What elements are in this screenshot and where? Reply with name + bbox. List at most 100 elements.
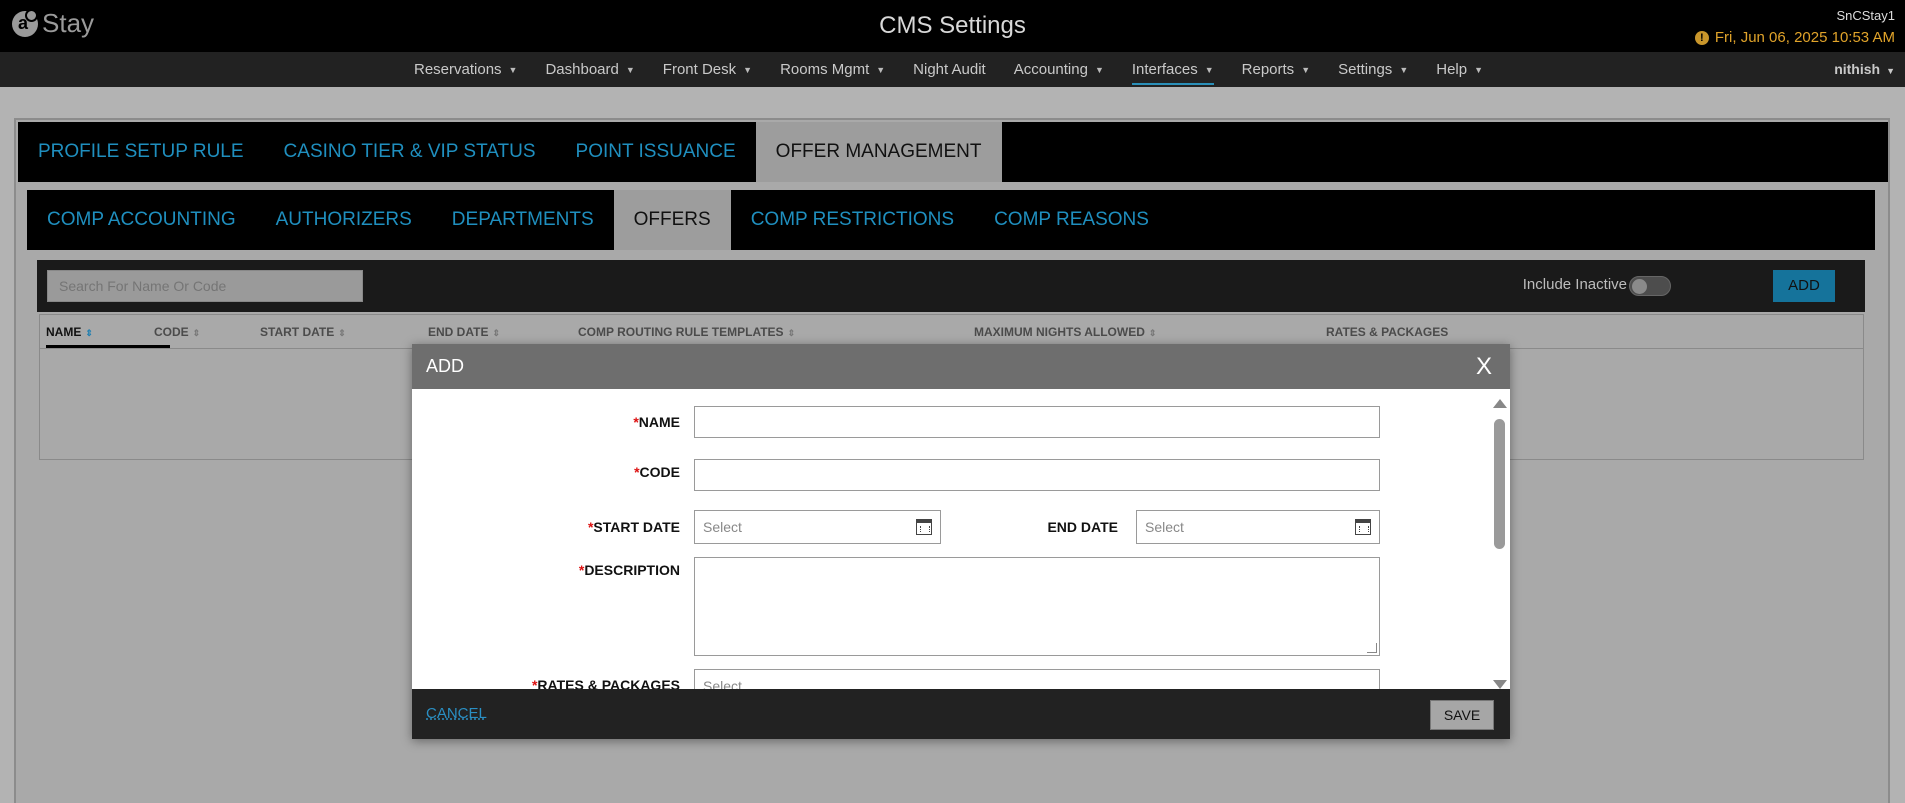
rates-placeholder: Select (703, 678, 742, 689)
scroll-down-icon[interactable] (1493, 680, 1507, 689)
resize-handle-icon[interactable] (1367, 643, 1377, 653)
offers-toolbar: Include Inactive ADD (37, 260, 1865, 312)
sort-icon[interactable]: ⇕ (193, 328, 201, 338)
start-date-placeholder: Select (703, 519, 742, 535)
nav-item-help[interactable]: Help ▼ (1436, 52, 1483, 87)
column-header-label: END DATE (428, 325, 489, 339)
name-label: *NAME (633, 414, 680, 430)
chevron-down-icon: ▼ (1399, 64, 1409, 75)
column-header-end-date[interactable]: END DATE ⇕ (428, 325, 500, 339)
tab-profile-setup-rule[interactable]: PROFILE SETUP RULE (18, 122, 264, 182)
chevron-down-icon: ▼ (1474, 64, 1484, 75)
nav-item-interfaces[interactable]: Interfaces ▼ (1131, 52, 1214, 87)
scroll-thumb[interactable] (1494, 419, 1505, 549)
nav-item-front-desk[interactable]: Front Desk ▼ (663, 52, 752, 87)
top-header: a Stay CMS Settings SnCStay1 ! Fri, Jun … (0, 0, 1905, 52)
datetime-text: Fri, Jun 06, 2025 10:53 AM (1714, 29, 1895, 46)
sort-icon[interactable]: ⇕ (492, 328, 500, 338)
nav-item-reports[interactable]: Reports ▼ (1242, 52, 1310, 87)
tab-departments[interactable]: DEPARTMENTS (432, 190, 614, 250)
include-inactive-label: Include Inactive (1522, 276, 1627, 293)
nav-item-label: Accounting (1013, 61, 1088, 78)
scroll-up-icon[interactable] (1493, 399, 1507, 408)
nav-item-label: Help (1436, 61, 1468, 78)
tab-point-issuance[interactable]: POINT ISSUANCE (556, 122, 756, 182)
rates-packages-select[interactable]: Select (694, 669, 1380, 689)
name-field[interactable] (694, 406, 1380, 438)
alert-icon[interactable]: ! (1694, 30, 1709, 45)
column-header-rates-packages[interactable]: RATES & PACKAGES (1326, 325, 1448, 339)
page-title: CMS Settings (879, 12, 1026, 39)
property-name: SnCStay1 (1836, 8, 1895, 23)
column-header-label: NAME (46, 325, 82, 339)
chevron-down-icon: ▼ (1886, 66, 1895, 76)
sorted-column-indicator (46, 345, 170, 348)
column-header-label: CODE (154, 325, 189, 339)
user-name: nithish (1834, 61, 1881, 77)
dialog-body: *NAME *CODE *START DATE Select END DATE … (412, 389, 1510, 689)
user-menu[interactable]: nithish ▼ (1834, 61, 1895, 77)
dialog-scrollbar[interactable] (1492, 399, 1507, 689)
save-button[interactable]: SAVE (1430, 700, 1494, 730)
end-date-picker[interactable]: Select (1136, 510, 1380, 544)
nav-item-label: Reports (1241, 61, 1295, 78)
primary-tabs: PROFILE SETUP RULE CASINO TIER & VIP STAT… (18, 122, 1888, 182)
column-header-code[interactable]: CODE ⇕ (154, 325, 200, 339)
chevron-down-icon: ▼ (876, 64, 886, 75)
start-date-label: *START DATE (587, 519, 680, 535)
add-button[interactable]: ADD (1773, 270, 1835, 302)
include-inactive-toggle[interactable] (1629, 276, 1671, 296)
start-date-picker[interactable]: Select (694, 510, 941, 544)
dialog-title: ADD (426, 356, 465, 376)
tab-comp-restrictions[interactable]: COMP RESTRICTIONS (731, 190, 974, 250)
add-offer-dialog: ADD X *NAME *CODE *START DATE Select END… (412, 344, 1510, 739)
column-header-start-date[interactable]: START DATE ⇕ (260, 325, 346, 339)
tab-comp-reasons[interactable]: COMP REASONS (974, 190, 1169, 250)
column-header-label: COMP ROUTING RULE TEMPLATES (578, 325, 784, 339)
tab-offer-management[interactable]: OFFER MANAGEMENT (755, 122, 1002, 182)
nav-item-reservations[interactable]: Reservations ▼ (414, 52, 517, 87)
cancel-link[interactable]: CANCEL (426, 705, 487, 722)
business-datetime: ! Fri, Jun 06, 2025 10:53 AM (1694, 29, 1895, 46)
column-header-label: START DATE (260, 325, 335, 339)
sort-icon[interactable]: ⇕ (1149, 328, 1157, 338)
main-nav: Reservations ▼ Dashboard ▼ Front Desk ▼ Rooms … (0, 52, 1905, 87)
code-field[interactable] (694, 459, 1380, 491)
end-date-label: END DATE (1047, 519, 1118, 535)
sort-icon[interactable]: ⇕ (85, 328, 93, 338)
calendar-icon[interactable] (1355, 519, 1371, 535)
tab-authorizers[interactable]: AUTHORIZERS (256, 190, 432, 250)
description-field[interactable] (694, 557, 1380, 656)
sort-icon[interactable]: ⇕ (788, 328, 796, 338)
search-input[interactable] (47, 270, 363, 302)
column-header-maximum-nights-allowed[interactable]: MAXIMUM NIGHTS ALLOWED ⇕ (974, 325, 1156, 339)
calendar-icon[interactable] (916, 519, 932, 535)
tab-offers[interactable]: OFFERS (613, 190, 731, 250)
sort-icon[interactable]: ⇕ (338, 328, 346, 338)
nav-item-settings[interactable]: Settings ▼ (1338, 52, 1408, 87)
nav-item-night-audit[interactable]: Night Audit (913, 52, 986, 87)
description-label: *DESCRIPTION (578, 562, 680, 578)
chevron-down-icon: ▼ (508, 64, 518, 75)
tab-comp-accounting[interactable]: COMP ACCOUNTING (27, 190, 256, 250)
tab-casino-tier-vip-status[interactable]: CASINO TIER & VIP STATUS (264, 122, 556, 182)
property-info: SnCStay1 ! Fri, Jun 06, 2025 10:53 AM (1694, 8, 1895, 46)
column-header-label: MAXIMUM NIGHTS ALLOWED (974, 325, 1145, 339)
nav-item-label: Rooms Mgmt (780, 61, 870, 78)
close-icon[interactable]: X (1476, 353, 1492, 381)
chevron-down-icon: ▼ (625, 64, 635, 75)
nav-item-dashboard[interactable]: Dashboard ▼ (545, 52, 634, 87)
nav-item-label: Settings (1338, 61, 1393, 78)
nav-item-label: Front Desk (662, 61, 737, 78)
nav-items: Reservations ▼ Dashboard ▼ Front Desk ▼ Rooms … (414, 52, 1511, 87)
secondary-tabs: COMP ACCOUNTING AUTHORIZERS DEPARTMENTS OFF… (27, 190, 1875, 250)
nav-item-rooms-mgmt[interactable]: Rooms Mgmt ▼ (780, 52, 885, 87)
column-header-name[interactable]: NAME ⇕ (46, 325, 93, 339)
nav-item-label: Interfaces (1131, 61, 1198, 78)
chevron-down-icon: ▼ (743, 64, 753, 75)
column-header-comp-routing-rule-templates[interactable]: COMP ROUTING RULE TEMPLATES ⇕ (578, 325, 795, 339)
code-label: *CODE (634, 464, 680, 480)
dialog-header: ADD X (412, 344, 1510, 389)
end-date-placeholder: Select (1145, 519, 1184, 535)
nav-item-accounting[interactable]: Accounting ▼ (1014, 52, 1104, 87)
